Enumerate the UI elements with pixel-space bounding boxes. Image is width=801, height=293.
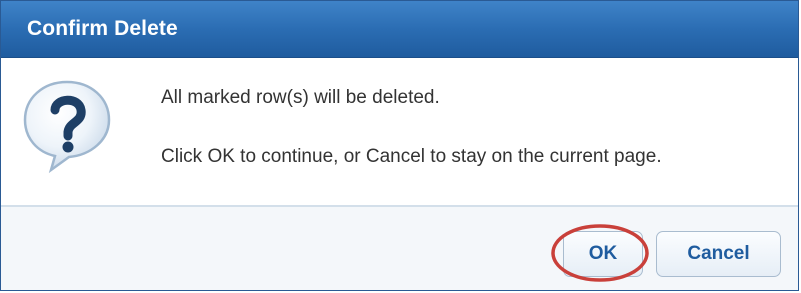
message-line-1: All marked row(s) will be deleted. bbox=[161, 87, 440, 108]
dialog-title: Confirm Delete bbox=[27, 17, 178, 40]
dialog-titlebar[interactable]: Confirm Delete bbox=[1, 1, 798, 58]
dialog-footer: OK Cancel bbox=[1, 207, 798, 290]
confirm-delete-dialog: Confirm Delete All marked row(s) will be… bbox=[0, 0, 799, 291]
cancel-button[interactable]: Cancel bbox=[656, 231, 781, 277]
message-line-2: Click OK to continue, or Cancel to stay … bbox=[161, 146, 662, 167]
question-balloon-icon bbox=[21, 78, 113, 174]
ok-button[interactable]: OK bbox=[563, 231, 643, 277]
dialog-body: All marked row(s) will be deleted. Click… bbox=[1, 58, 798, 205]
